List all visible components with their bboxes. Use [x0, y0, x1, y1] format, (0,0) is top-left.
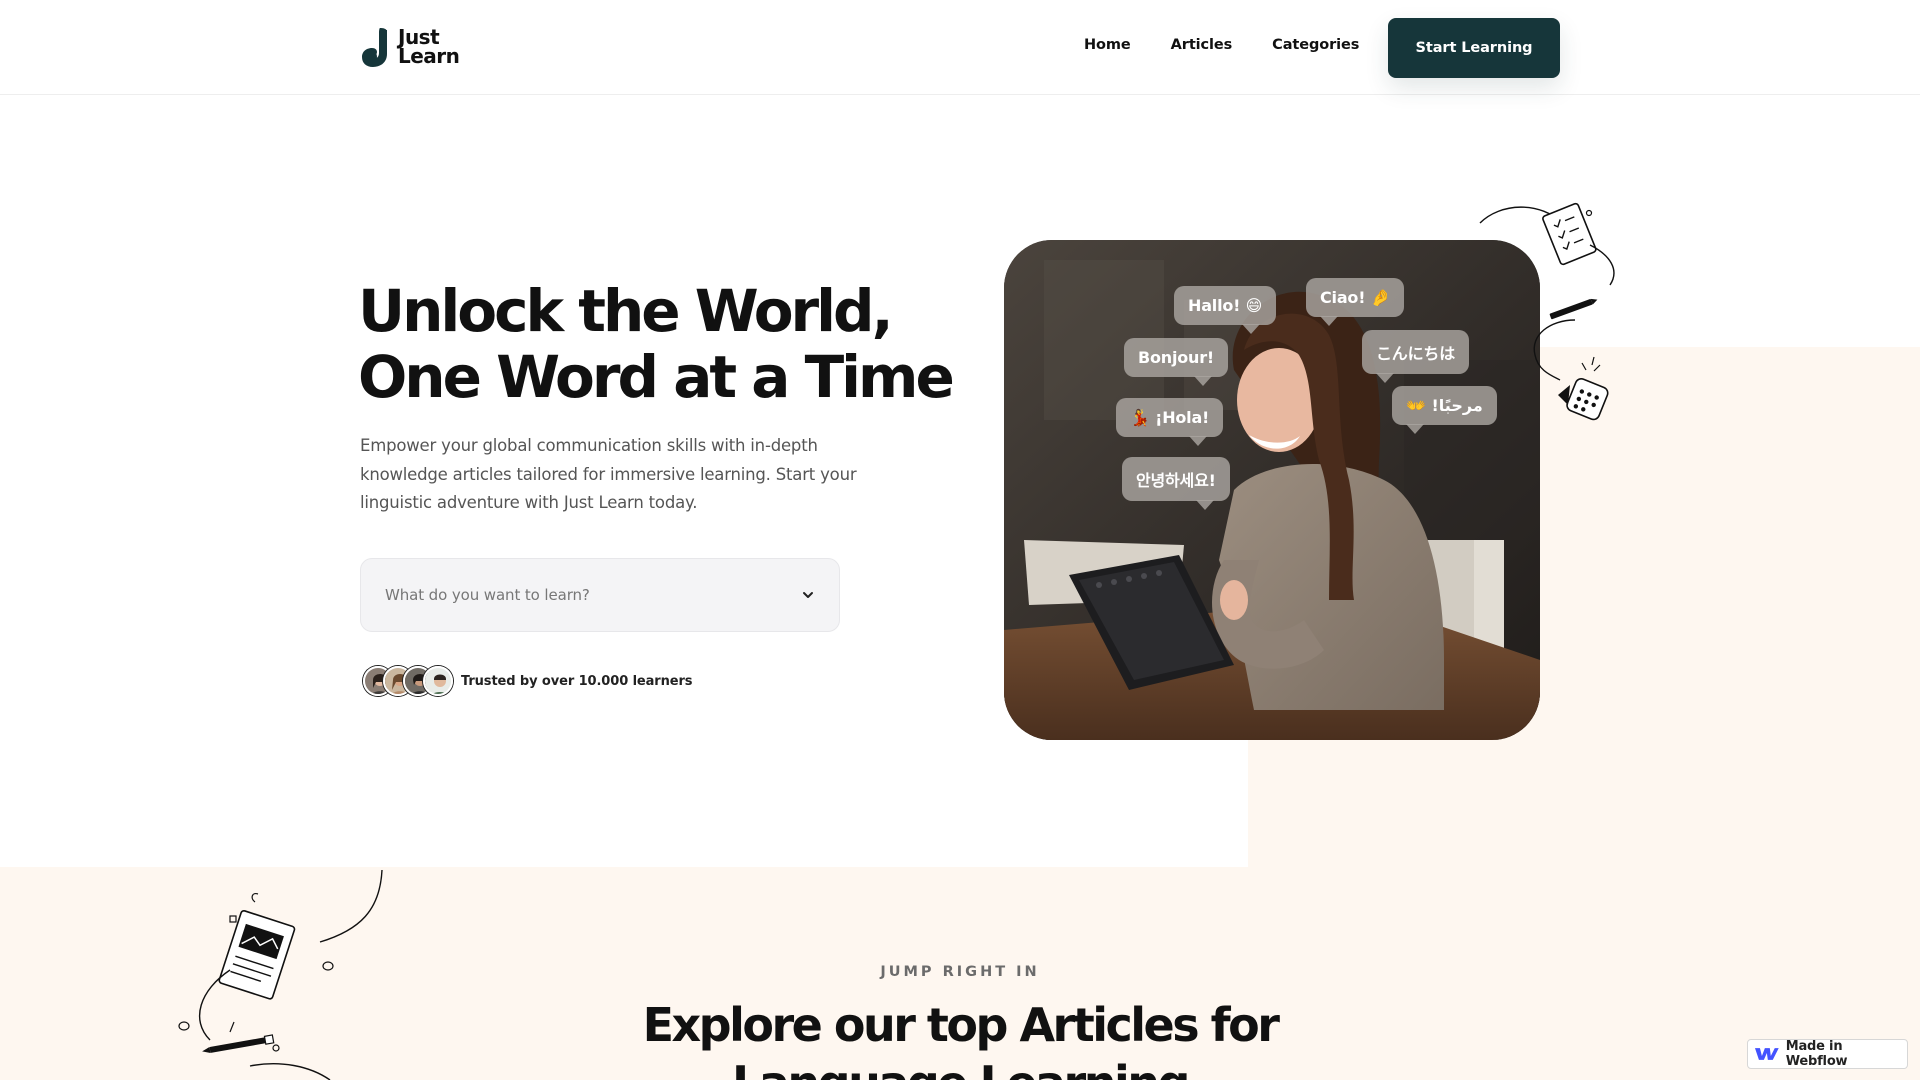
greeting-bubble-hallo: Hallo! 😄 — [1174, 286, 1277, 334]
logo-text-line2: Learn — [398, 44, 460, 68]
webflow-logo-icon — [1754, 1048, 1779, 1060]
greeting-bubble-bonjour: Bonjour! — [1124, 338, 1229, 386]
greeting-bubble-hola: 💃 ¡Hola! — [1116, 398, 1224, 446]
logo-link[interactable]: Just Learn — [360, 26, 460, 68]
avatar-group — [363, 666, 453, 696]
chevron-down-icon — [803, 592, 813, 598]
select-placeholder: What do you want to learn? — [385, 586, 590, 604]
made-in-webflow-badge[interactable]: Made in Webflow — [1747, 1039, 1908, 1069]
avatar — [423, 666, 453, 696]
section-eyebrow: JUMP RIGHT IN — [880, 964, 1040, 980]
main-nav: Home Articles Categories — [1084, 37, 1399, 53]
section-title-line2: Language Learning — [0, 1054, 1920, 1080]
trust-row: Trusted by over 10.000 learners — [363, 666, 693, 696]
nav-articles[interactable]: Articles — [1171, 37, 1233, 53]
greeting-bubble-annyeong: 안녕하세요! — [1122, 457, 1230, 510]
webflow-badge-label: Made in Webflow — [1785, 1039, 1848, 1069]
section-title: Explore our top Articles for Language Le… — [0, 996, 1920, 1080]
greeting-bubble-konnichiwa: こんにちは — [1362, 330, 1470, 383]
hero-subtitle: Empower your global communication skills… — [360, 436, 857, 512]
hero-title-line1: Unlock the World, — [358, 277, 894, 345]
logo-text: Just Learn — [398, 27, 460, 68]
nav-home[interactable]: Home — [1084, 37, 1131, 53]
nav-categories[interactable]: Categories — [1272, 37, 1359, 53]
hero-image: Hallo! 😄 Ciao! 🤌 Bonjour! こんにちは 💃 ¡Hola!… — [1004, 240, 1540, 740]
checklist-doodle-icon — [1479, 202, 1615, 421]
hero-title: Unlock the World, One Word at a Time — [358, 278, 958, 410]
trust-text: Trusted by over 10.000 learners — [461, 673, 693, 689]
logo-icon — [362, 28, 387, 67]
greeting-bubble-ciao: Ciao! 🤌 — [1306, 278, 1405, 326]
site-header: Just Learn Home Articles Categories Star… — [0, 0, 1920, 95]
learn-topic-select[interactable]: What do you want to learn? — [360, 558, 840, 632]
start-learning-button[interactable]: Start Learning — [1388, 18, 1560, 78]
section-title-line1: Explore our top Articles for — [642, 998, 1280, 1052]
hero-title-line2: One Word at a Time — [358, 343, 955, 411]
